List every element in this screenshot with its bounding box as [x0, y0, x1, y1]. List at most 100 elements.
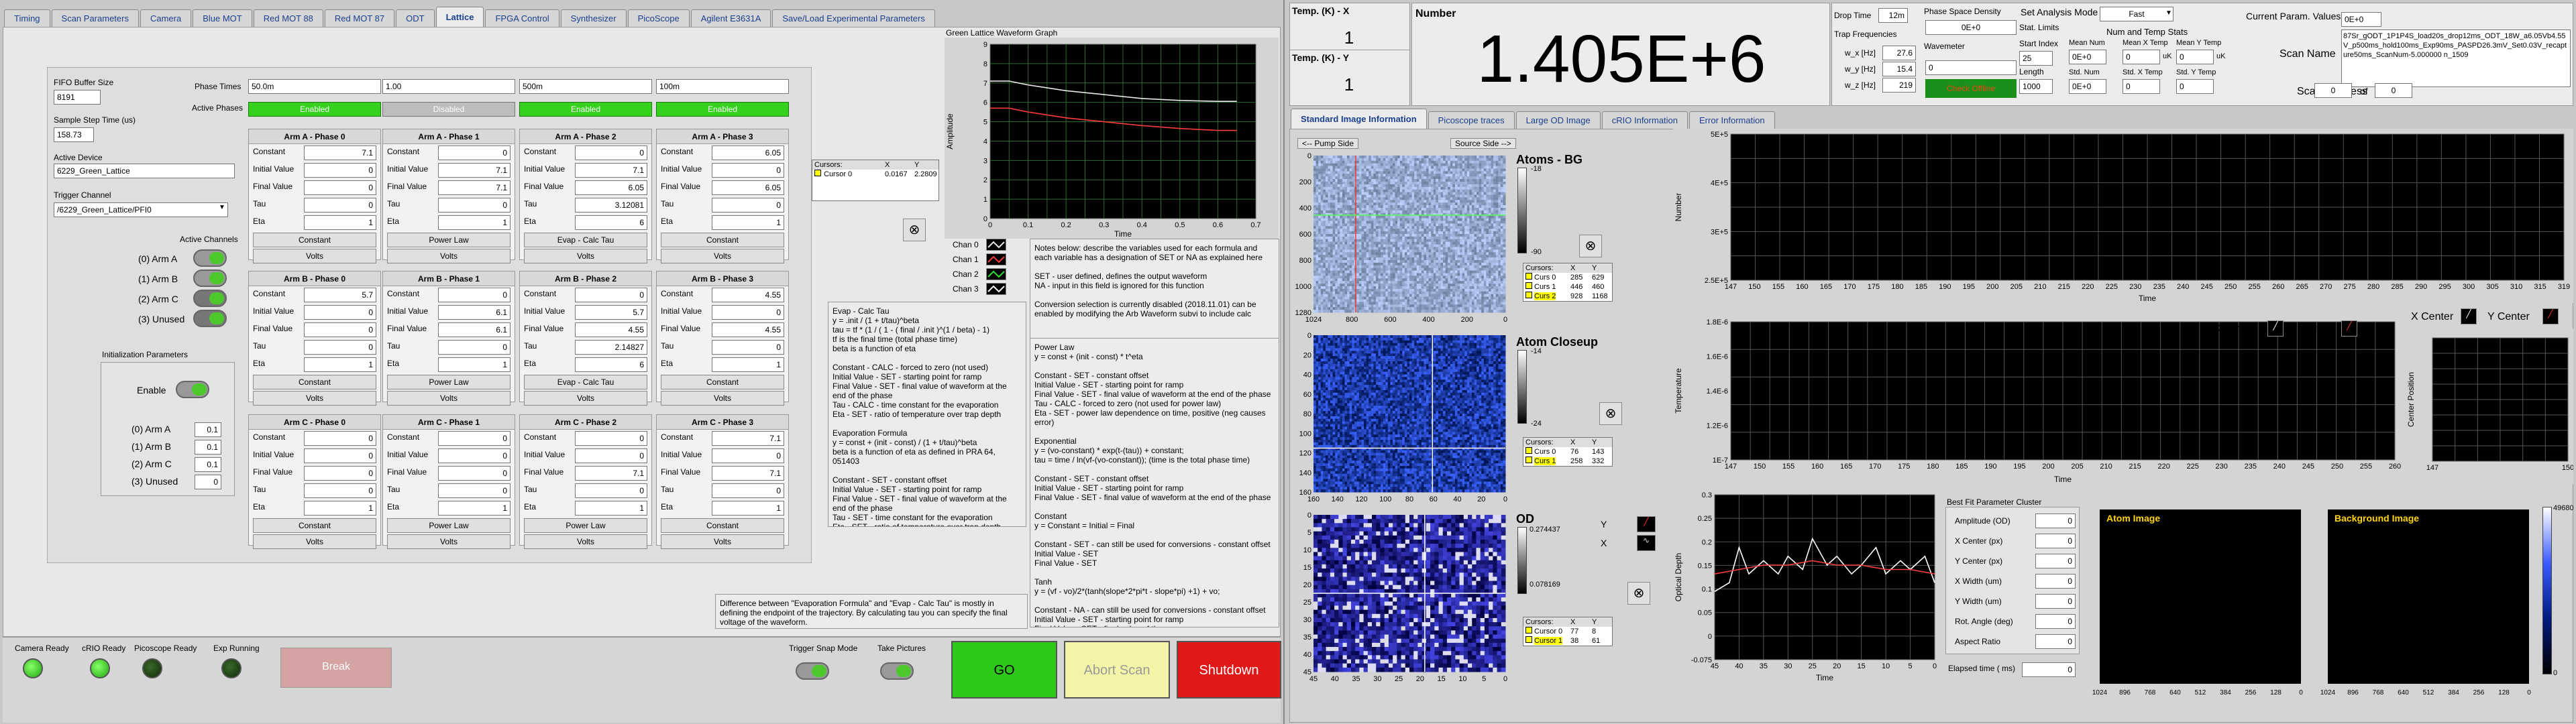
arm-unit-select[interactable]: Volts — [661, 391, 784, 406]
arm-mode-select[interactable]: Evap - Calc Tau — [524, 233, 647, 247]
tab-save-load-experimental-parameters[interactable]: Save/Load Experimental Parameters — [772, 9, 935, 27]
waveform-graph[interactable]: 0 0.1 0.2 0.3 0.4 0.5 0.6 0.70123456789TimeAmpl… — [945, 38, 1279, 239]
sample-step-field[interactable]: 158.73 — [54, 127, 94, 142]
arm-unit-select[interactable]: Volts — [661, 534, 784, 549]
trigger-snap-toggle[interactable] — [796, 662, 829, 680]
arm-row-value[interactable]: 6.1 — [438, 305, 511, 320]
arm-row-value[interactable]: 0 — [712, 448, 784, 463]
arm-row-value[interactable]: 0 — [304, 163, 376, 178]
arm-row-value[interactable]: 0 — [575, 483, 647, 498]
enable-toggle[interactable] — [176, 381, 209, 398]
arm-unit-select[interactable]: Volts — [661, 249, 784, 263]
arm-unit-select[interactable]: Volts — [387, 534, 511, 549]
waveform-cursor-table[interactable]: Cursors: X Y Cursor 0 0.0167 2.2809 — [812, 160, 939, 201]
arm-row-value[interactable]: 0 — [304, 448, 376, 463]
tab-picoscope-traces[interactable]: Picoscope traces — [1428, 111, 1515, 129]
arm-row-value[interactable]: 0 — [575, 448, 647, 463]
phase-time-field[interactable]: 500m — [519, 79, 652, 94]
arm-row-value[interactable]: 5.7 — [575, 305, 647, 320]
active-phase-toggle[interactable]: Enabled — [248, 102, 381, 117]
arm-mode-select[interactable]: Constant — [661, 518, 784, 533]
arm-row-value[interactable]: 0 — [712, 340, 784, 355]
arm-row-value[interactable]: 7.1 — [438, 163, 511, 178]
arm-unit-select[interactable]: Volts — [253, 391, 376, 406]
trap-freq-field[interactable]: 27.6 — [1882, 46, 1916, 60]
arm-unit-select[interactable]: Volts — [253, 534, 376, 549]
arm-row-value[interactable]: 1 — [304, 215, 376, 230]
wavemeter-status-button[interactable]: Check Offline — [1925, 79, 2017, 98]
trap-freq-field[interactable]: 219 — [1882, 78, 1916, 93]
atoms-bg-image[interactable]: 1024 800 600 400 200 0020040060080010001280 — [1293, 152, 1508, 327]
fifo-field[interactable]: 8191 — [54, 90, 101, 105]
arm-row-value[interactable]: 0 — [304, 180, 376, 195]
arm-row-value[interactable]: 4.55 — [712, 322, 784, 337]
arm-row-value[interactable]: 0 — [304, 198, 376, 213]
arm-row-value[interactable]: 0 — [712, 305, 784, 320]
arm-mode-select[interactable]: Constant — [253, 518, 376, 533]
tab-red-mot-88[interactable]: Red MOT 88 — [253, 9, 323, 27]
arm-mode-select[interactable]: Evap - Calc Tau — [524, 375, 647, 389]
arm-row-value[interactable]: 1 — [304, 501, 376, 516]
arm-mode-select[interactable]: Constant — [661, 375, 784, 389]
arm-row-value[interactable]: 0 — [438, 288, 511, 302]
arm-unit-select[interactable]: Volts — [524, 534, 647, 549]
phase-time-field[interactable]: 50.0m — [248, 79, 381, 94]
chan-plot-style-icon[interactable] — [986, 268, 1006, 280]
arm-row-value[interactable]: 1 — [712, 215, 784, 230]
tab-standard-image-information[interactable]: Standard Image Information — [1291, 109, 1427, 129]
start-index-field[interactable]: 25 — [2019, 51, 2053, 66]
phase-time-field[interactable]: 100m — [656, 79, 789, 94]
arm-row-value[interactable]: 1 — [438, 215, 511, 230]
arm-row-value[interactable]: 0 — [575, 288, 647, 302]
chevron-down-icon[interactable]: ▼ — [219, 204, 225, 211]
tab-picoscope[interactable]: PicoScope — [627, 9, 690, 27]
arm-row-value[interactable]: 7.1 — [712, 431, 784, 446]
arm-row-value[interactable]: 4.55 — [712, 288, 784, 302]
init-param-field[interactable]: 0.1 — [195, 422, 221, 437]
analysis-mode-select[interactable]: Fast — [2100, 7, 2174, 21]
arm-row-value[interactable]: 0 — [438, 483, 511, 498]
arm-row-value[interactable]: 0 — [304, 431, 376, 446]
arm-row-value[interactable]: 1 — [712, 357, 784, 372]
init-param-field[interactable]: 0.1 — [195, 457, 221, 472]
arm-mode-select[interactable]: Power Law — [524, 518, 647, 533]
arm-row-value[interactable]: 3.12081 — [575, 198, 647, 213]
take-pictures-toggle[interactable] — [880, 662, 914, 680]
arm-row-value[interactable]: 6.05 — [712, 180, 784, 195]
arm-mode-select[interactable]: Constant — [253, 233, 376, 247]
crosshair-icon[interactable]: ⊗ — [903, 219, 926, 241]
active-channel-toggle[interactable] — [193, 269, 227, 287]
arm-row-value[interactable]: 7.1 — [438, 180, 511, 195]
arm-row-value[interactable]: 0 — [575, 431, 647, 446]
arm-row-value[interactable]: 0 — [438, 198, 511, 213]
arm-row-value[interactable]: 0 — [304, 483, 376, 498]
arm-row-value[interactable]: 5.7 — [304, 288, 376, 302]
length-field[interactable]: 1000 — [2019, 79, 2053, 94]
arm-row-value[interactable]: 0 — [438, 466, 511, 481]
arm-row-value[interactable]: 0 — [438, 431, 511, 446]
arm-row-value[interactable]: 0 — [438, 340, 511, 355]
arm-row-value[interactable]: 0 — [712, 163, 784, 178]
drop-time-field[interactable]: 12m — [1878, 8, 1908, 23]
tab-error-information[interactable]: Error Information — [1689, 111, 1775, 129]
arm-row-value[interactable]: 6 — [575, 357, 647, 372]
tab-timing[interactable]: Timing — [4, 9, 50, 27]
arm-row-value[interactable]: 0 — [304, 340, 376, 355]
tab-scan-parameters[interactable]: Scan Parameters — [51, 9, 139, 27]
arm-unit-select[interactable]: Volts — [524, 249, 647, 263]
tab-crio-information[interactable]: cRIO Information — [1601, 111, 1688, 129]
arm-mode-select[interactable]: Constant — [661, 233, 784, 247]
arm-mode-select[interactable]: Constant — [253, 375, 376, 389]
arm-row-value[interactable]: 6.1 — [438, 322, 511, 337]
arm-row-value[interactable]: 0 — [712, 483, 784, 498]
arm-row-value[interactable]: 7.1 — [575, 163, 647, 178]
arm-row-value[interactable]: 0 — [304, 305, 376, 320]
arm-row-value[interactable]: 1 — [575, 501, 647, 516]
active-channel-toggle[interactable] — [193, 290, 227, 307]
arm-row-value[interactable]: 1 — [712, 501, 784, 516]
arm-mode-select[interactable]: Power Law — [387, 233, 511, 247]
phase-time-field[interactable]: 1.00 — [382, 79, 515, 94]
arm-row-value[interactable]: 0 — [438, 145, 511, 160]
arm-row-value[interactable]: 6 — [575, 215, 647, 230]
active-phase-toggle[interactable]: Enabled — [519, 102, 652, 117]
